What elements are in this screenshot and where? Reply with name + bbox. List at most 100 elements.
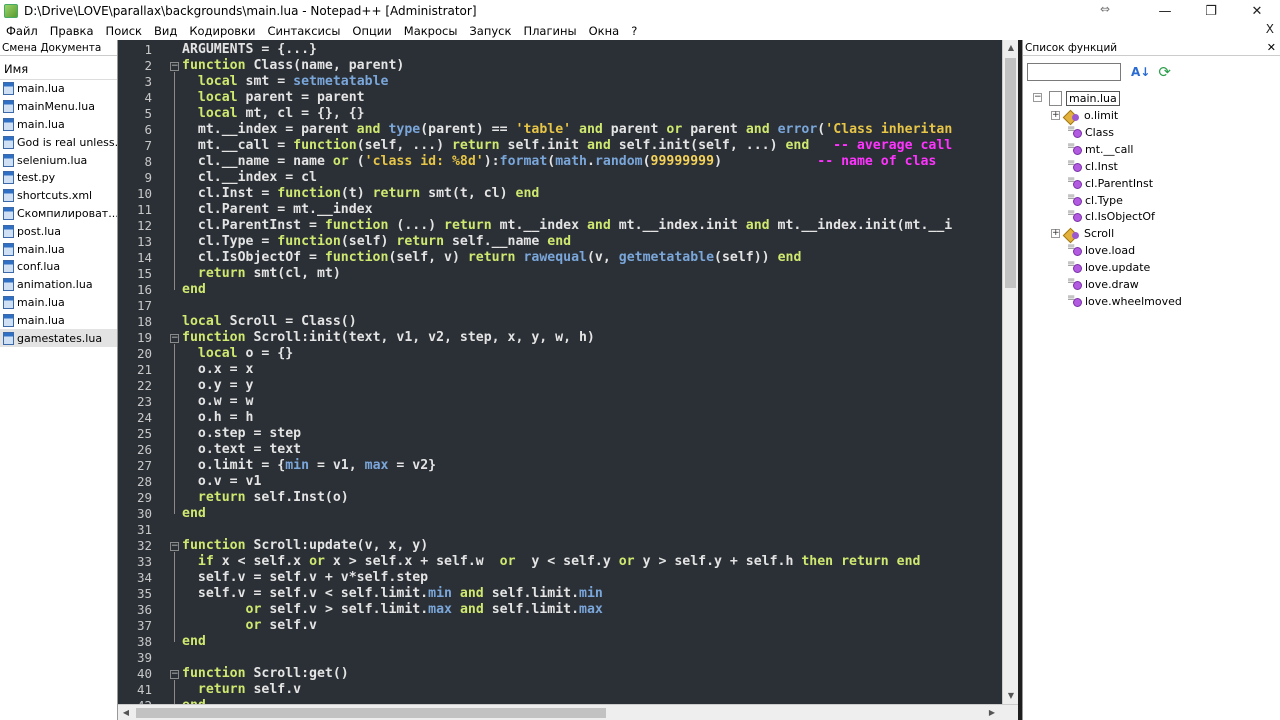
horizontal-scrollbar[interactable]: ◀ ▶	[118, 704, 1018, 720]
function-search-input[interactable]	[1027, 63, 1121, 81]
code-line[interactable]: end	[182, 506, 206, 522]
menu-macro[interactable]: Макросы	[398, 24, 464, 38]
code-line[interactable]: o.limit = {min = v1, max = v2}	[182, 458, 436, 474]
menu-language[interactable]: Синтаксисы	[261, 24, 346, 38]
document-list-item[interactable]: main.lua	[0, 294, 117, 312]
code-line[interactable]: function Class(name, parent)	[182, 58, 404, 74]
code-line[interactable]: self.v = self.v + v*self.step	[182, 570, 428, 586]
document-list-item[interactable]: main.lua	[0, 80, 117, 98]
fold-toggle-icon[interactable]: −	[170, 334, 179, 343]
tree-function-node[interactable]: mt.__call	[1067, 141, 1133, 158]
code-line[interactable]: o.text = text	[182, 442, 301, 458]
fold-toggle-icon[interactable]: −	[170, 670, 179, 679]
menu-help[interactable]: ?	[625, 24, 643, 38]
code-line[interactable]: or self.v > self.limit.max and self.limi…	[182, 602, 603, 618]
fold-toggle-icon[interactable]: −	[170, 62, 179, 71]
code-line[interactable]: if x < self.x or x > self.x + self.w or …	[182, 554, 921, 570]
code-line[interactable]: end	[182, 634, 206, 650]
document-list-item[interactable]: gamestates.lua	[0, 329, 117, 347]
document-list-item[interactable]: main.lua	[0, 240, 117, 258]
tree-function-node[interactable]: cl.Type	[1067, 192, 1123, 209]
scroll-up-arrow-icon[interactable]: ▲	[1003, 40, 1018, 56]
code-line[interactable]: return self.v	[182, 682, 301, 698]
tree-function-node[interactable]: cl.Inst	[1067, 158, 1118, 175]
menu-edit[interactable]: Правка	[44, 24, 100, 38]
document-list-item[interactable]: conf.lua	[0, 258, 117, 276]
code-line[interactable]: mt.__call = function(self, ...) return s…	[182, 138, 952, 154]
fold-toggle-icon[interactable]: −	[170, 542, 179, 551]
code-editor[interactable]: 1 2 3 4 5 6 7 8 9 10 11 12 13 14 15 16 17 18 19 20 21 22 23 24 2…	[118, 40, 1018, 720]
document-list-item[interactable]: animation.lua	[0, 276, 117, 294]
menu-view[interactable]: Вид	[148, 24, 183, 38]
expand-toggle-icon[interactable]: +	[1051, 229, 1060, 239]
code-line[interactable]: cl.ParentInst = function (...) return mt…	[182, 218, 952, 234]
scroll-down-arrow-icon[interactable]: ▼	[1003, 688, 1018, 704]
menu-file[interactable]: Файл	[0, 24, 44, 38]
code-line[interactable]: cl.Parent = mt.__index	[182, 202, 373, 218]
scroll-right-arrow-icon[interactable]: ▶	[984, 705, 1000, 720]
tree-function-node[interactable]: love.load	[1067, 242, 1135, 259]
tree-function-node[interactable]: cl.IsObjectOf	[1067, 208, 1155, 225]
minimize-button[interactable]: —	[1142, 0, 1188, 22]
menu-settings[interactable]: Опции	[346, 24, 397, 38]
tree-root[interactable]: − main.lua	[1033, 90, 1120, 107]
code-line[interactable]: o.y = y	[182, 378, 254, 394]
tree-function-node[interactable]: love.wheelmoved	[1067, 293, 1182, 310]
vertical-scrollbar[interactable]: ▲ ▼	[1002, 40, 1018, 704]
document-list-item[interactable]: God is real unless...	[0, 133, 117, 151]
code-line[interactable]: cl.Inst = function(t) return smt(t, cl) …	[182, 186, 539, 202]
document-list-item[interactable]: test.py	[0, 169, 117, 187]
code-line[interactable]: cl.__name = name or ('class id: %8d'):fo…	[182, 154, 937, 170]
code-line[interactable]: function Scroll:get()	[182, 666, 349, 682]
document-list-item[interactable]: main.lua	[0, 311, 117, 329]
refresh-icon[interactable]: ⟳	[1158, 63, 1171, 81]
expand-toggle-icon[interactable]: +	[1051, 111, 1060, 120]
code-line[interactable]: return self.Inst(o)	[182, 490, 349, 506]
code-line[interactable]: local smt = setmetatable	[182, 74, 389, 90]
code-line[interactable]: ARGUMENTS = {...}	[182, 42, 317, 58]
code-line[interactable]: end	[182, 282, 206, 298]
code-line[interactable]: cl.IsObjectOf = function(self, v) return…	[182, 250, 802, 266]
restore-button[interactable]: ❐	[1188, 0, 1234, 22]
code-line[interactable]: return smt(cl, mt)	[182, 266, 341, 282]
sort-alpha-icon[interactable]: A↓	[1131, 65, 1150, 79]
code-line[interactable]: mt.__index = parent and type(parent) == …	[182, 122, 952, 138]
code-line[interactable]: local o = {}	[182, 346, 293, 362]
document-list-item[interactable]: mainMenu.lua	[0, 98, 117, 116]
code-line[interactable]: o.w = w	[182, 394, 254, 410]
document-list-item[interactable]: shortcuts.xml	[0, 187, 117, 205]
horizontal-scroll-thumb[interactable]	[136, 708, 606, 718]
code-line[interactable]: local mt, cl = {}, {}	[182, 106, 365, 122]
menu-encoding[interactable]: Кодировки	[183, 24, 261, 38]
document-list-item[interactable]: main.lua	[0, 116, 117, 134]
code-line[interactable]: o.step = step	[182, 426, 301, 442]
code-line[interactable]: function Scroll:update(v, x, y)	[182, 538, 428, 554]
fold-margin[interactable]: − − − −	[168, 40, 182, 706]
code-line[interactable]: local Scroll = Class()	[182, 314, 357, 330]
code-line[interactable]: cl.__index = cl	[182, 170, 317, 186]
close-function-list-icon[interactable]: ✕	[1267, 41, 1280, 54]
collapse-toggle-icon[interactable]: −	[1033, 93, 1042, 102]
code-text-area[interactable]: ARGUMENTS = {...} function Class(name, pa…	[182, 40, 1002, 704]
close-document-button[interactable]: X	[1266, 22, 1274, 36]
document-list-item[interactable]: selenium.lua	[0, 151, 117, 169]
tree-function-node[interactable]: love.draw	[1067, 276, 1139, 293]
menu-window[interactable]: Окна	[583, 24, 626, 38]
code-line[interactable]: function Scroll:init(text, v1, v2, step,…	[182, 330, 595, 346]
tree-function-node[interactable]: Class	[1067, 124, 1114, 141]
code-line[interactable]: self.v = self.v < self.limit.min and sel…	[182, 586, 603, 602]
document-list-item[interactable]: post.lua	[0, 222, 117, 240]
document-list-item[interactable]: Скомпилироват...	[0, 205, 117, 223]
code-line[interactable]: o.x = x	[182, 362, 254, 378]
tree-class-node[interactable]: + o.limit	[1051, 107, 1118, 124]
menu-plugins[interactable]: Плагины	[517, 24, 582, 38]
code-line[interactable]: cl.Type = function(self) return self.__n…	[182, 234, 571, 250]
code-line[interactable]: local parent = parent	[182, 90, 365, 106]
code-line[interactable]: or self.v	[182, 618, 317, 634]
scroll-left-arrow-icon[interactable]: ◀	[118, 705, 134, 720]
code-line[interactable]: o.v = v1	[182, 474, 262, 490]
code-line[interactable]: o.h = h	[182, 410, 254, 426]
menu-search[interactable]: Поиск	[100, 24, 148, 38]
close-window-button[interactable]: ✕	[1234, 0, 1280, 22]
vertical-scroll-thumb[interactable]	[1005, 58, 1016, 288]
